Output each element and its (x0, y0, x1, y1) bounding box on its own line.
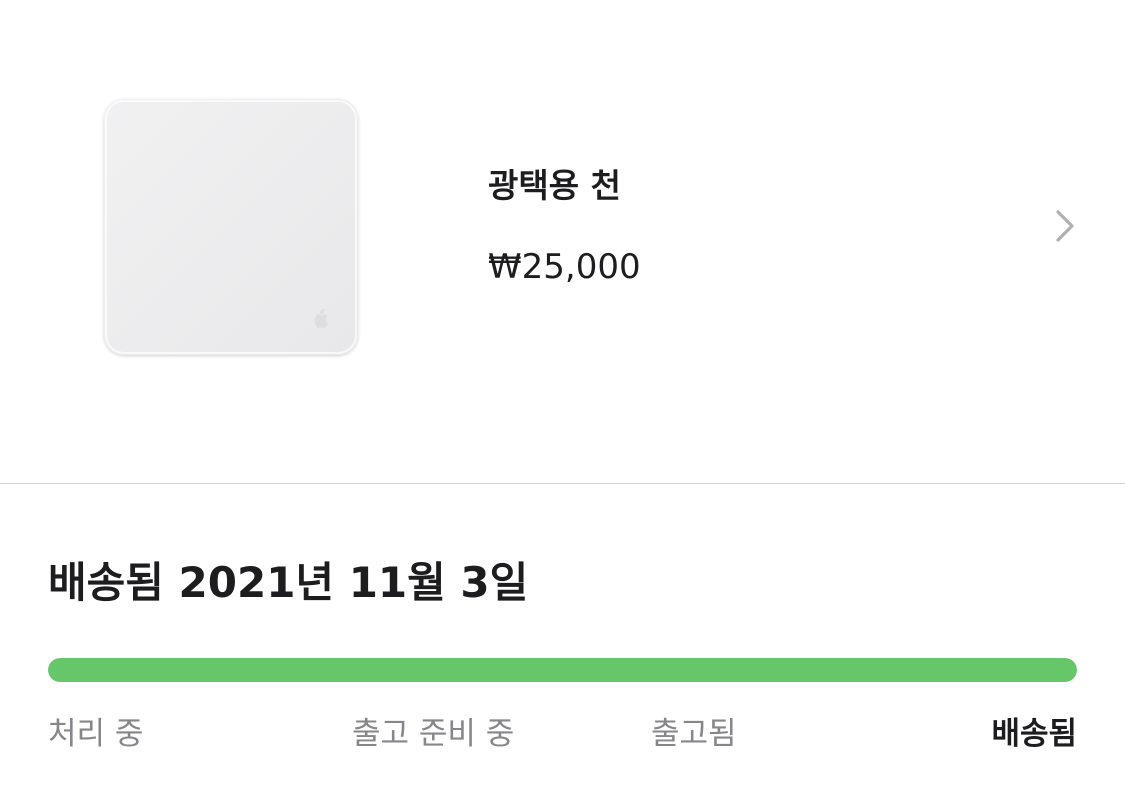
section-divider (0, 483, 1125, 484)
shipment-progress-fill (48, 658, 1077, 682)
step-processing: 처리 중 (48, 716, 144, 752)
polishing-cloth-image (104, 99, 358, 355)
shipment-status-title: 배송됨 2021년 11월 3일 (48, 558, 529, 607)
shipment-progress-bar (48, 658, 1077, 682)
step-shipped: 출고됨 (651, 716, 737, 752)
product-row[interactable]: 광택용 천 ₩25,000 (0, 0, 1125, 483)
product-name: 광택용 천 (488, 166, 621, 205)
product-price: ₩25,000 (488, 247, 641, 287)
product-image (100, 95, 362, 359)
step-delivered: 배송됨 (991, 716, 1077, 752)
step-preparing: 출고 준비 중 (352, 716, 515, 752)
chevron-right-icon[interactable] (1052, 208, 1078, 244)
